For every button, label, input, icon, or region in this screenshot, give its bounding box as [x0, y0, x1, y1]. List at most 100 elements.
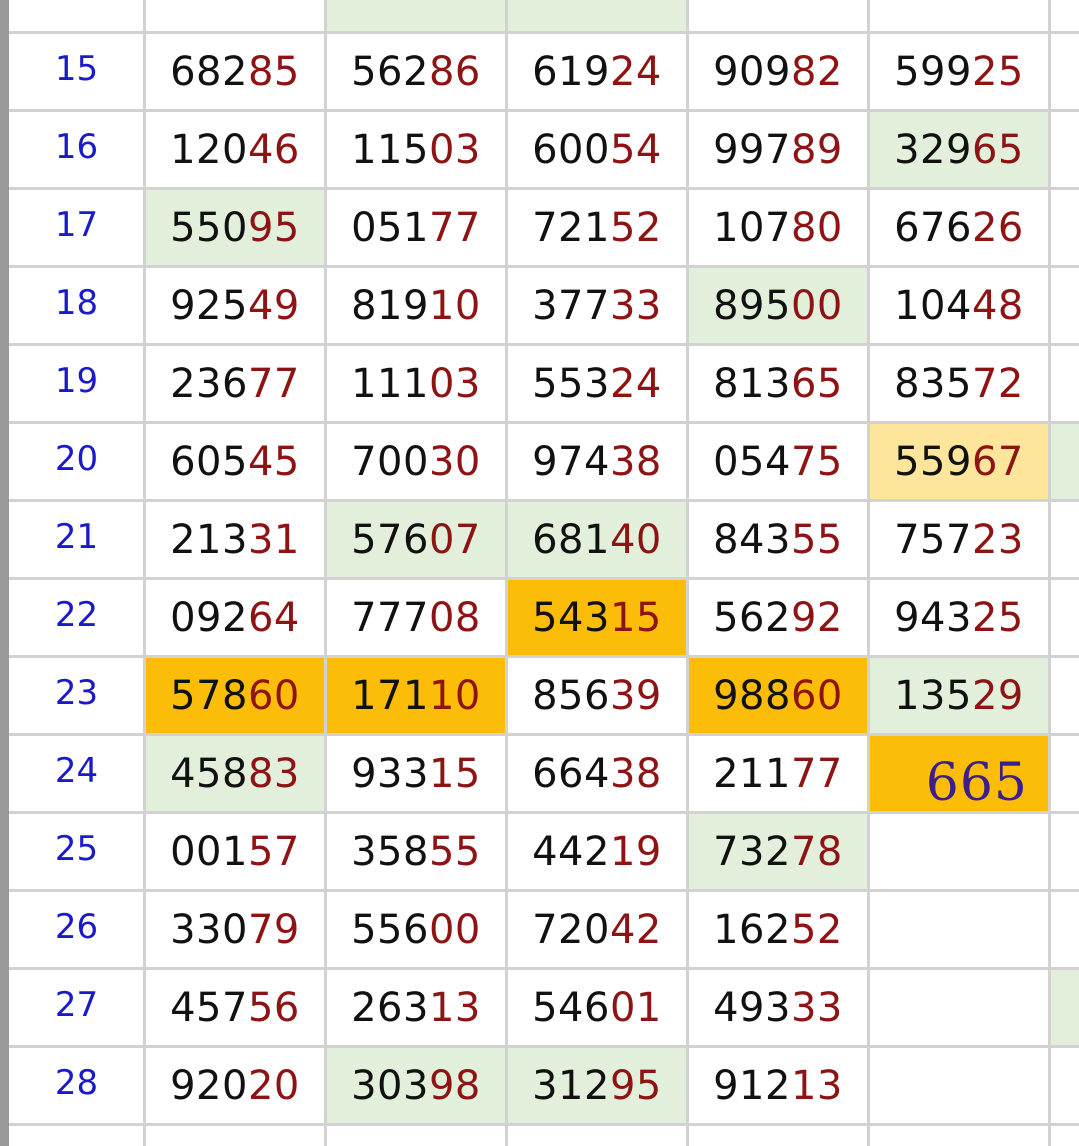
result-cell[interactable]: 171 10	[327, 658, 505, 733]
result-cell[interactable]	[870, 970, 1048, 1045]
result-cell[interactable]: 856 39	[508, 658, 686, 733]
result-cell[interactable]: 605 45	[146, 424, 324, 499]
result-cell[interactable]: 550 95	[146, 190, 324, 265]
result-cell[interactable]: 054 75	[689, 424, 867, 499]
table-row: 16 120 46 115 03 600 54 997 89 329 65	[9, 112, 1079, 187]
result-cell[interactable]: 162 52	[689, 892, 867, 967]
result-cell[interactable]: 115 03	[327, 112, 505, 187]
result-cell[interactable]: 303 98	[327, 1048, 505, 1123]
result-cell[interactable]: 920 20	[146, 1048, 324, 1123]
result-cell[interactable]: 211 77	[689, 736, 867, 811]
result-cell[interactable]: 330 79	[146, 892, 324, 967]
result-cell[interactable]: 457 56	[146, 970, 324, 1045]
result-cell[interactable]: 135 29	[870, 658, 1048, 733]
result-cell[interactable]: 377 33	[508, 268, 686, 343]
result-cell[interactable]: 092 64	[146, 580, 324, 655]
result-cell[interactable]: 777 08	[327, 580, 505, 655]
result-cell[interactable]: 720 42	[508, 892, 686, 967]
number-suffix: 25	[971, 48, 1024, 95]
result-cell[interactable]: 943 25	[870, 580, 1048, 655]
result-cell[interactable]: 576 07	[327, 502, 505, 577]
number-suffix: 56	[247, 984, 300, 1031]
result-cell[interactable]: 835 72	[870, 346, 1048, 421]
table-row: 21 213 31 576 07 681 40 843 55 757 23	[9, 502, 1079, 577]
result-cell[interactable]: 578 60	[146, 658, 324, 733]
number-prefix: 843	[713, 516, 791, 563]
result-cell[interactable]: 925 49	[146, 268, 324, 343]
result-cell[interactable]: 329 65	[870, 112, 1048, 187]
number-prefix: 377	[532, 282, 610, 329]
result-cell[interactable]: 813 65	[689, 346, 867, 421]
table-row: 23 578 60 171 10 856 39 988 60 135 29	[9, 658, 1079, 733]
number-suffix: 49	[247, 282, 300, 329]
result-cell[interactable]: 700 30	[327, 424, 505, 499]
grid-line	[505, 0, 508, 1146]
result-cell[interactable]	[870, 1048, 1048, 1123]
number-prefix: 329	[894, 126, 972, 173]
number-prefix: 211	[713, 750, 791, 797]
result-cell[interactable]: 111 03	[327, 346, 505, 421]
result-cell[interactable]: 665	[870, 736, 1048, 811]
result-cell[interactable]: 676 26	[870, 190, 1048, 265]
handwritten-note: 665	[925, 753, 1028, 813]
number-suffix: 60	[790, 672, 843, 719]
result-cell[interactable]: 546 01	[508, 970, 686, 1045]
result-cell[interactable]: 442 19	[508, 814, 686, 889]
number-prefix: 720	[532, 906, 610, 953]
result-cell[interactable]: 732 78	[689, 814, 867, 889]
result-cell[interactable]: 909 82	[689, 34, 867, 109]
result-cell[interactable]: 562 86	[327, 34, 505, 109]
row-number: 23	[54, 673, 99, 713]
result-cell[interactable]: 912 13	[689, 1048, 867, 1123]
result-cell[interactable]: 757 23	[870, 502, 1048, 577]
result-cell[interactable]: 213 31	[146, 502, 324, 577]
result-cell[interactable]: 263 13	[327, 970, 505, 1045]
result-cell[interactable]: 493 33	[689, 970, 867, 1045]
result-cell[interactable]: 933 15	[327, 736, 505, 811]
number-prefix: 988	[713, 672, 791, 719]
result-cell[interactable]: 819 10	[327, 268, 505, 343]
result-cell[interactable]	[870, 892, 1048, 967]
grid-line	[9, 655, 1079, 658]
result-cell[interactable]: 559 67	[870, 424, 1048, 499]
result-cell[interactable]: 600 54	[508, 112, 686, 187]
result-cell[interactable]: 553 24	[508, 346, 686, 421]
number-suffix: 23	[971, 516, 1024, 563]
result-cell[interactable]: 664 38	[508, 736, 686, 811]
result-cell[interactable]: 120 46	[146, 112, 324, 187]
left-scroll-edge	[0, 0, 9, 1146]
result-cell[interactable]: 358 55	[327, 814, 505, 889]
result-cell[interactable]: 562 92	[689, 580, 867, 655]
number-prefix: 605	[170, 438, 248, 485]
row-number: 16	[54, 127, 99, 167]
number-suffix: 89	[790, 126, 843, 173]
result-cell[interactable]: 721 52	[508, 190, 686, 265]
number-prefix: 856	[532, 672, 610, 719]
number-suffix: 33	[790, 984, 843, 1031]
result-cell[interactable]: 843 55	[689, 502, 867, 577]
result-cell[interactable]: 895 00	[689, 268, 867, 343]
number-suffix: 38	[609, 750, 662, 797]
result-cell[interactable]: 599 25	[870, 34, 1048, 109]
result-cell[interactable]: 001 57	[146, 814, 324, 889]
row-number: 19	[54, 361, 99, 401]
result-cell[interactable]: 051 77	[327, 190, 505, 265]
table-row: 18 925 49 819 10 377 33 895 00 104 48	[9, 268, 1079, 343]
result-cell[interactable]: 556 00	[327, 892, 505, 967]
result-cell[interactable]: 236 77	[146, 346, 324, 421]
result-cell[interactable]: 988 60	[689, 658, 867, 733]
result-cell[interactable]: 974 38	[508, 424, 686, 499]
result-cell[interactable]: 104 48	[870, 268, 1048, 343]
result-cell[interactable]: 619 24	[508, 34, 686, 109]
result-cell[interactable]: 681 40	[508, 502, 686, 577]
result-cell[interactable]: 543 15	[508, 580, 686, 655]
result-cell[interactable]: 997 89	[689, 112, 867, 187]
result-cell[interactable]: 458 83	[146, 736, 324, 811]
number-suffix: 10	[428, 672, 481, 719]
result-cell[interactable]	[870, 814, 1048, 889]
number-prefix: 700	[351, 438, 429, 485]
result-cell[interactable]: 107 80	[689, 190, 867, 265]
result-cell[interactable]: 312 95	[508, 1048, 686, 1123]
result-cell[interactable]: 682 85	[146, 34, 324, 109]
number-prefix: 213	[170, 516, 248, 563]
